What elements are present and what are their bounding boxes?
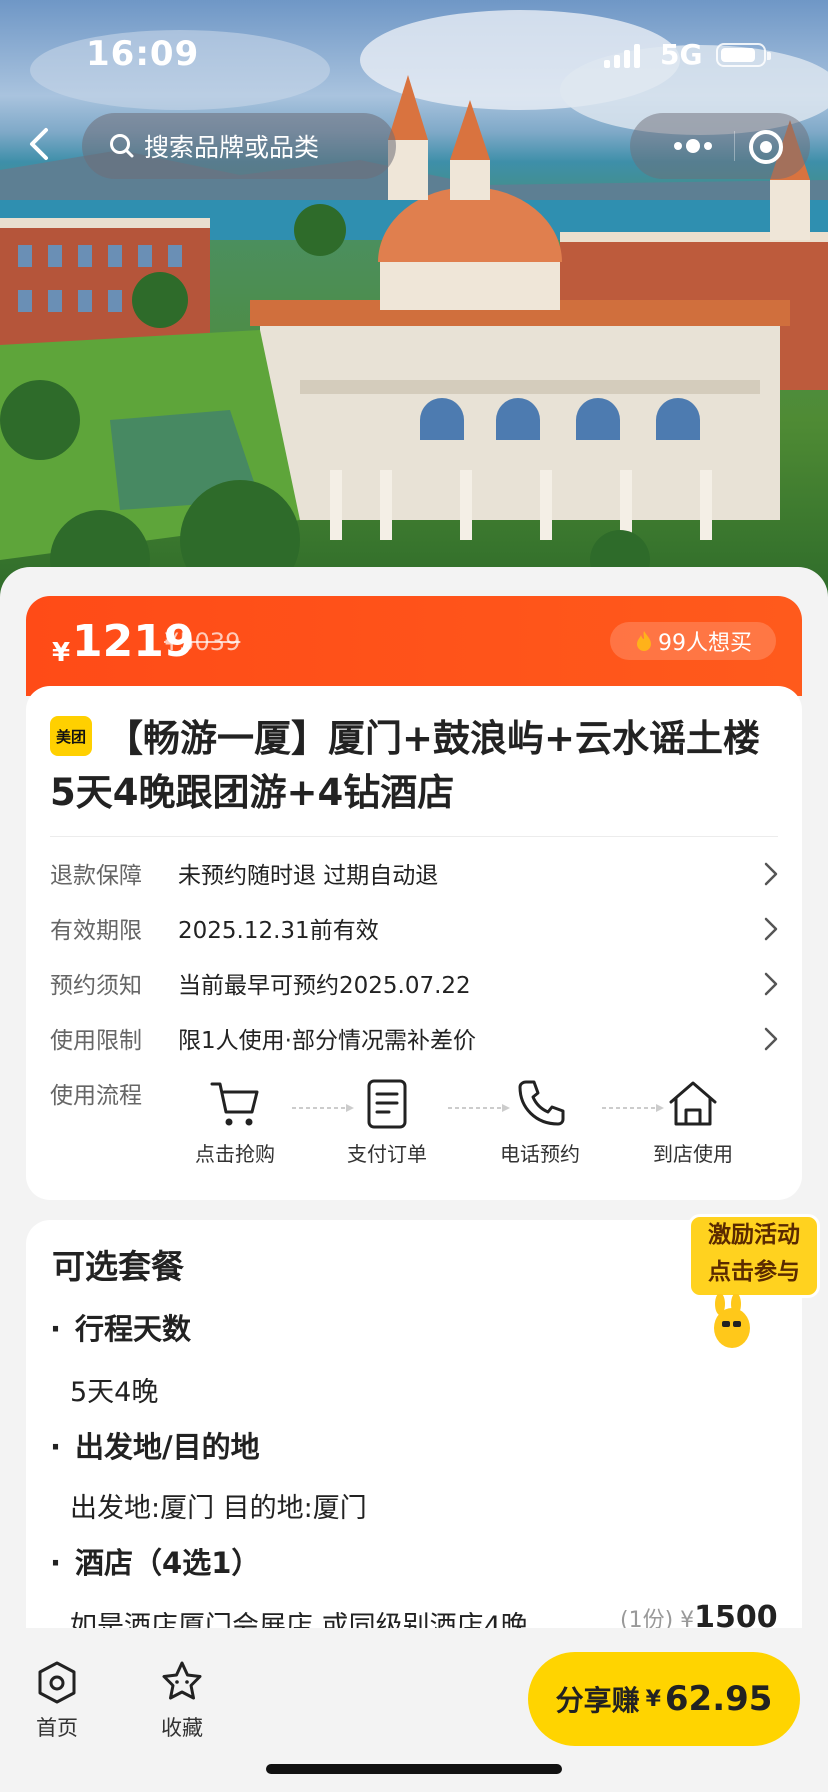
battery-icon bbox=[716, 43, 771, 67]
flame-icon bbox=[637, 631, 651, 651]
divider bbox=[50, 836, 778, 837]
process-step-label: 支付订单 bbox=[347, 1142, 427, 1166]
cellular-signal-icon bbox=[604, 44, 640, 68]
process-step: 点击抢购 bbox=[180, 1076, 290, 1167]
package-title: 可选套餐 bbox=[52, 1247, 184, 1286]
product-title: 【畅游一厦】厦门+鼓浪屿+云水谣土楼5天4晚跟团游+4钻酒店 bbox=[50, 717, 761, 814]
star-icon bbox=[162, 1661, 202, 1700]
chevron-right-icon bbox=[764, 1027, 778, 1051]
status-bar: 16:09 5G bbox=[0, 0, 828, 100]
package-section-heading: · 出发地/目的地 bbox=[50, 1430, 260, 1464]
usage-process: 点击抢购 支付订单 电话预约 到店使用 bbox=[180, 1076, 780, 1186]
info-label: 使用流程 bbox=[50, 1083, 142, 1109]
info-label: 退款保障 bbox=[50, 863, 142, 889]
info-row-booking[interactable]: 预约须知 当前最早可预约2025.07.22 bbox=[50, 960, 780, 1004]
process-step-label: 电话预约 bbox=[500, 1142, 580, 1166]
chevron-right-icon bbox=[764, 972, 778, 996]
promo-box: 激励活动 点击参与 bbox=[688, 1214, 820, 1298]
info-label: 使用限制 bbox=[50, 1028, 142, 1054]
home-icon bbox=[38, 1661, 76, 1704]
home-store-icon bbox=[669, 1081, 717, 1126]
cart-icon bbox=[210, 1082, 259, 1126]
order-document-icon bbox=[367, 1079, 407, 1129]
target-icon[interactable] bbox=[746, 127, 786, 167]
phone-icon bbox=[518, 1080, 565, 1126]
mascot-icon bbox=[714, 1294, 766, 1350]
info-row-limit[interactable]: 使用限制 限1人使用·部分情况需补差价 bbox=[50, 1015, 780, 1059]
want-count-badge: 99人想买 bbox=[610, 622, 776, 660]
chevron-right-icon bbox=[764, 917, 778, 941]
tab-favorite[interactable]: 收藏 bbox=[137, 1658, 227, 1742]
tab-label: 首页 bbox=[36, 1716, 78, 1740]
package-section-heading: · 酒店（4选1） bbox=[50, 1546, 261, 1580]
incentive-promo-button[interactable]: 激励活动 点击参与 bbox=[688, 1214, 820, 1350]
info-value: 限1人使用·部分情况需补差价 bbox=[178, 1028, 476, 1054]
network-type: 5G bbox=[660, 38, 703, 71]
package-option[interactable]: 5天4晚 bbox=[70, 1370, 158, 1409]
package-option[interactable]: 出发地:厦门 目的地:厦门 bbox=[70, 1486, 367, 1525]
info-value: 未预约随时退 过期自动退 bbox=[178, 863, 439, 889]
package-section-heading: · 行程天数 bbox=[50, 1312, 192, 1346]
search-input[interactable]: 搜索品牌或品类 bbox=[82, 113, 396, 179]
share-earn-button[interactable]: 分享赚 ¥ 62.95 bbox=[528, 1652, 800, 1746]
status-time: 16:09 bbox=[86, 34, 200, 74]
home-indicator bbox=[266, 1764, 562, 1774]
tab-label: 收藏 bbox=[161, 1716, 203, 1740]
share-label: 分享赚 bbox=[555, 1684, 640, 1717]
share-currency: ¥ bbox=[645, 1686, 661, 1712]
back-button[interactable] bbox=[18, 122, 62, 166]
process-step: 支付订单 bbox=[332, 1076, 442, 1167]
info-row-refund[interactable]: 退款保障 未预约随时退 过期自动退 bbox=[50, 850, 780, 894]
info-row-validity[interactable]: 有效期限 2025.12.31前有效 bbox=[50, 905, 780, 949]
process-step-label: 点击抢购 bbox=[195, 1142, 275, 1166]
info-value: 当前最早可预约2025.07.22 bbox=[178, 973, 471, 999]
share-amount: 62.95 bbox=[664, 1679, 773, 1719]
chevron-right-icon bbox=[764, 862, 778, 886]
process-step-label: 到店使用 bbox=[653, 1142, 733, 1166]
info-value: 2025.12.31前有效 bbox=[178, 918, 379, 944]
info-label: 有效期限 bbox=[50, 918, 142, 944]
info-label: 预约须知 bbox=[50, 973, 142, 999]
want-count: 99人想买 bbox=[658, 631, 752, 656]
chevron-left-icon bbox=[30, 128, 48, 160]
more-dots-icon[interactable] bbox=[658, 131, 728, 161]
search-placeholder: 搜索品牌或品类 bbox=[144, 133, 320, 162]
price-currency: ¥ bbox=[52, 638, 71, 668]
tab-home[interactable]: 首页 bbox=[12, 1658, 102, 1742]
process-step: 电话预约 bbox=[485, 1076, 595, 1167]
mini-program-capsule bbox=[630, 113, 810, 179]
original-price: ¥5039 bbox=[164, 628, 241, 656]
search-icon bbox=[110, 134, 134, 158]
process-step: 到店使用 bbox=[638, 1076, 748, 1167]
